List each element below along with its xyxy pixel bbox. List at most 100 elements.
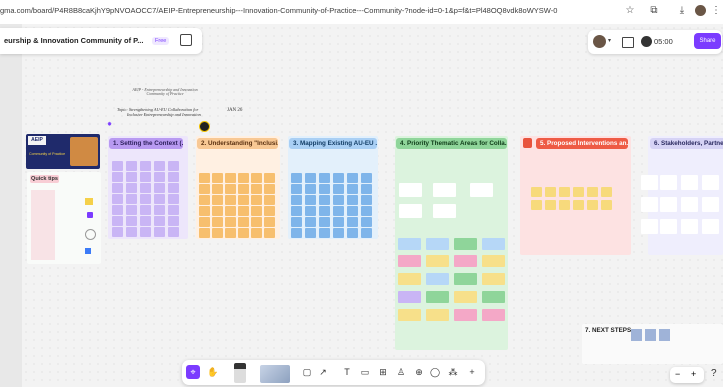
sticky-note[interactable] <box>140 227 151 237</box>
sticky-note[interactable] <box>251 228 262 238</box>
sticky-note[interactable] <box>140 216 151 226</box>
sticky-note[interactable] <box>454 309 477 321</box>
menu-icon[interactable]: ⋮ <box>709 4 723 18</box>
sticky-note[interactable] <box>545 187 556 197</box>
sticky-note[interactable] <box>333 228 344 238</box>
sticky-note[interactable] <box>587 187 598 197</box>
sticky-note[interactable] <box>212 195 223 205</box>
sticky-note[interactable] <box>154 172 165 182</box>
section-tool-icon[interactable]: ▭ <box>358 365 372 379</box>
profile-icon[interactable] <box>693 4 707 18</box>
sticky-note[interactable] <box>559 187 570 197</box>
sticky-note[interactable] <box>333 184 344 194</box>
sticky-note[interactable] <box>482 309 505 321</box>
sticky-note[interactable] <box>199 228 210 238</box>
sticky-note[interactable] <box>587 200 598 210</box>
sticky-note[interactable] <box>251 184 262 194</box>
sticky-note[interactable] <box>112 172 123 182</box>
sticky-note[interactable] <box>681 219 698 234</box>
sticky-note[interactable] <box>361 173 372 183</box>
frame-7-title[interactable]: 7. NEXT STEPS <box>585 327 631 334</box>
sticky-note[interactable] <box>238 173 249 183</box>
sticky-note[interactable] <box>168 205 179 215</box>
sticky-note[interactable] <box>225 195 236 205</box>
sticky-note[interactable] <box>482 273 505 285</box>
sticky-note[interactable] <box>454 273 477 285</box>
sticky-note[interactable] <box>238 217 249 227</box>
sticky-note[interactable] <box>426 291 449 303</box>
file-title[interactable]: eurship & Innovation Community of P... <box>4 36 143 45</box>
zoom-out-icon[interactable]: − <box>675 369 680 379</box>
sticky-note[interactable] <box>319 195 330 205</box>
sticky-note[interactable] <box>140 172 151 182</box>
sticky-note[interactable] <box>112 205 123 215</box>
frame-6[interactable] <box>648 136 723 255</box>
sticky-note[interactable] <box>126 227 137 237</box>
sticky-note[interactable] <box>291 228 302 238</box>
sticky-note[interactable] <box>347 173 358 183</box>
sticky-note[interactable] <box>212 206 223 216</box>
pillar-box[interactable] <box>433 204 456 218</box>
sticky-note[interactable] <box>333 173 344 183</box>
sticky-note[interactable] <box>126 183 137 193</box>
sticky-note[interactable] <box>251 217 262 227</box>
sticky-note[interactable] <box>291 217 302 227</box>
pillar-box[interactable] <box>399 204 422 218</box>
sticky-note[interactable] <box>361 217 372 227</box>
sticky-note[interactable] <box>347 228 358 238</box>
sticky-note[interactable] <box>238 195 249 205</box>
sticky-note[interactable] <box>126 205 137 215</box>
sticky-note[interactable] <box>154 161 165 171</box>
sticky-note[interactable] <box>112 161 123 171</box>
sticky-note[interactable] <box>112 183 123 193</box>
panel-toggle-icon[interactable] <box>180 34 192 46</box>
sticky-note[interactable] <box>291 206 302 216</box>
sticky-note[interactable] <box>347 184 358 194</box>
sticky-note[interactable] <box>426 273 449 285</box>
sticky-note[interactable] <box>559 200 570 210</box>
sticky-note[interactable] <box>264 195 275 205</box>
sticky-note[interactable] <box>454 291 477 303</box>
help-icon[interactable]: ? <box>711 368 717 379</box>
sticky-note[interactable] <box>702 197 719 212</box>
sticky-note[interactable] <box>168 194 179 204</box>
avatar[interactable] <box>593 35 606 48</box>
sticky-note[interactable] <box>291 173 302 183</box>
sticky-note[interactable] <box>140 183 151 193</box>
shape-tool-icon[interactable]: ▢ <box>300 365 314 379</box>
sticky-note[interactable] <box>154 183 165 193</box>
zoom-in-icon[interactable]: + <box>691 369 696 379</box>
sticky-note[interactable] <box>112 216 123 226</box>
sticky-note[interactable] <box>126 161 137 171</box>
layout-icon[interactable] <box>622 37 634 48</box>
sticky-note[interactable] <box>126 172 137 182</box>
sticky-note[interactable] <box>225 184 236 194</box>
text-tool-icon[interactable]: T <box>340 365 354 379</box>
sticky-note[interactable] <box>398 291 421 303</box>
sticky-note[interactable] <box>264 206 275 216</box>
sticky-note[interactable] <box>264 228 275 238</box>
sticky-note[interactable] <box>398 238 421 250</box>
sticky-note[interactable] <box>681 175 698 190</box>
timer-icon[interactable] <box>641 36 652 47</box>
marker-tool-icon[interactable] <box>234 363 246 383</box>
sticky-note[interactable] <box>702 219 719 234</box>
sticky-note[interactable] <box>426 238 449 250</box>
sticky-note[interactable] <box>225 217 236 227</box>
sticky-note[interactable] <box>660 197 677 212</box>
sticky-note[interactable] <box>140 161 151 171</box>
sticky-note[interactable] <box>319 184 330 194</box>
sticky-note[interactable] <box>251 206 262 216</box>
more-tools-icon[interactable]: ⁂ <box>446 365 460 379</box>
sticky-note[interactable] <box>319 173 330 183</box>
sticky-note[interactable] <box>140 205 151 215</box>
sticky-note[interactable] <box>545 200 556 210</box>
sticky-note[interactable] <box>573 200 584 210</box>
sticky-note[interactable] <box>199 195 210 205</box>
widget-tool-icon[interactable]: ⊕ <box>412 365 426 379</box>
sticky-note[interactable] <box>168 227 179 237</box>
sticky-note[interactable] <box>641 175 658 190</box>
sticky-note[interactable] <box>199 217 210 227</box>
sticky-note[interactable] <box>531 200 542 210</box>
sticky-note[interactable] <box>660 219 677 234</box>
